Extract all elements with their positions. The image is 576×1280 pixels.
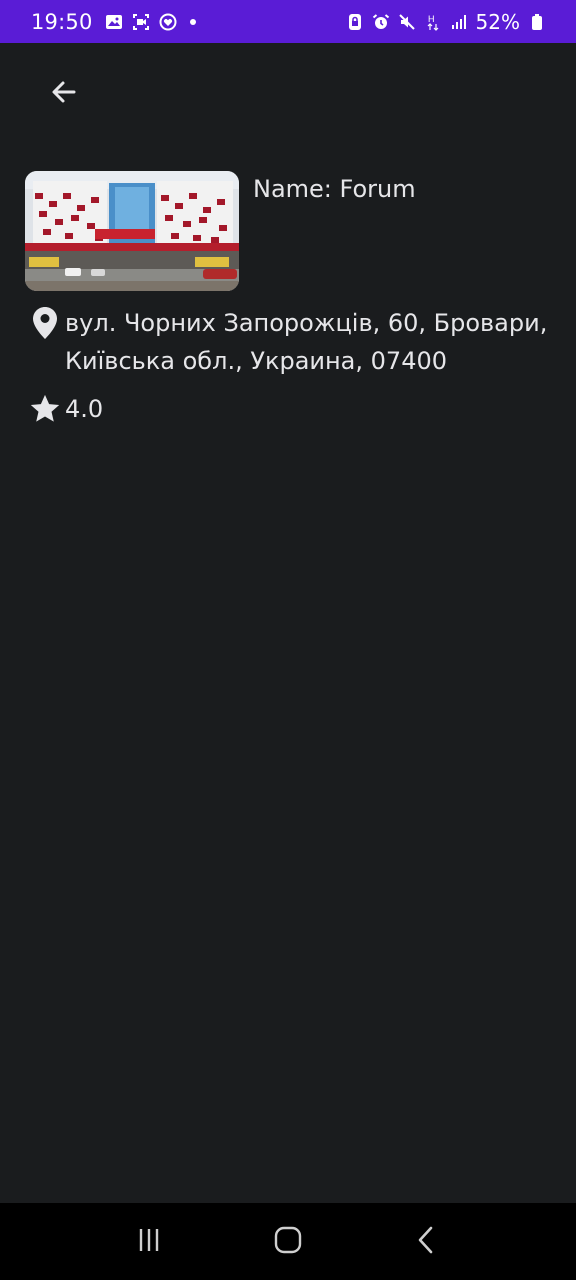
status-bar: 19:50 H 52% (0, 0, 576, 43)
alarm-icon (372, 13, 390, 31)
gallery-icon (105, 13, 123, 31)
status-time: 19:50 (31, 9, 93, 34)
app-bar (0, 43, 576, 147)
location-pin-icon (28, 304, 62, 342)
screen-recorder-icon (132, 13, 150, 31)
signal-icon (450, 13, 468, 31)
recent-apps-button[interactable] (119, 1212, 179, 1272)
rating-row: 4.0 (28, 390, 103, 428)
star-icon (28, 390, 62, 428)
battery-icon (528, 13, 546, 31)
home-icon (273, 1225, 303, 1259)
back-button[interactable] (36, 69, 92, 119)
address-row: вул. Чорних Запорожців, 60, Бровари, Киї… (28, 304, 568, 380)
system-nav-bar (0, 1203, 576, 1280)
notification-dot (189, 18, 196, 25)
recent-apps-icon (134, 1225, 164, 1259)
svg-text:H: H (428, 14, 435, 24)
battery-percent: 52% (475, 9, 520, 34)
mute-icon (398, 13, 416, 31)
status-right-icons: H 52% (346, 10, 546, 34)
place-image (25, 171, 239, 291)
place-name: Name: Forum (253, 175, 416, 203)
network-h-icon: H (424, 13, 442, 31)
home-button[interactable] (258, 1212, 318, 1272)
nav-back-button[interactable] (397, 1212, 457, 1272)
back-icon (412, 1225, 442, 1259)
arrow-left-icon (49, 77, 79, 111)
app-lock-icon (346, 13, 364, 31)
address-text: вул. Чорних Запорожців, 60, Бровари, Киї… (65, 309, 548, 375)
rating-value: 4.0 (65, 395, 104, 423)
status-left-icons (105, 13, 196, 31)
health-icon (159, 13, 177, 31)
